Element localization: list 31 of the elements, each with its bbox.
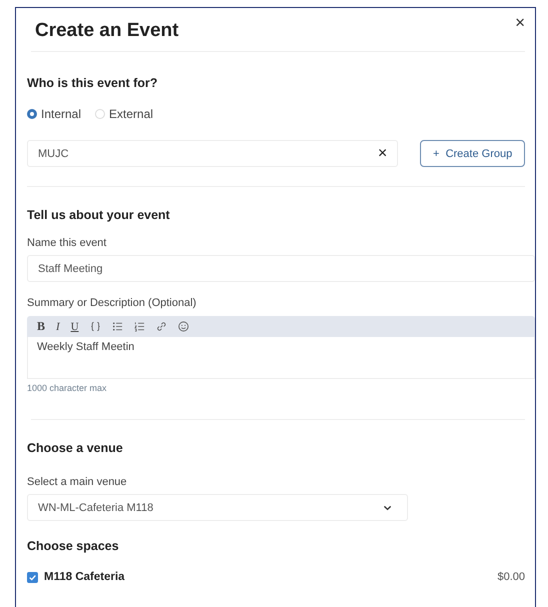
bullet-list-icon[interactable] xyxy=(112,321,123,332)
section-heading: Who is this event for? xyxy=(27,76,159,90)
section-heading: Choose a venue xyxy=(27,441,124,455)
field-label: Select a main venue xyxy=(27,476,128,488)
field-label: Summary or Description (Optional) xyxy=(27,297,198,309)
field-label: Name this event xyxy=(27,237,108,249)
clear-button[interactable]: × xyxy=(378,144,388,162)
italic-button[interactable]: I xyxy=(56,320,60,332)
braces-icon[interactable] xyxy=(90,321,101,332)
description-field[interactable]: Weekly Staff Meetin xyxy=(27,337,535,379)
radio-label: Internal xyxy=(41,107,82,121)
space-name: M118 Cafeteria xyxy=(44,571,125,583)
event-name-field[interactable]: Staff Meeting xyxy=(27,255,535,282)
radio-button[interactable] xyxy=(27,109,37,119)
space-price: $0.00 xyxy=(497,571,525,583)
bold-button[interactable]: B xyxy=(37,319,46,334)
character-limit-hint: 1000 character max xyxy=(27,383,108,393)
close-button[interactable]: × xyxy=(515,14,525,31)
underline-button[interactable]: U xyxy=(70,320,79,332)
create-group-button[interactable]: + Create Group xyxy=(420,140,525,167)
radio-label: External xyxy=(109,107,154,121)
group-field[interactable]: MUJC × xyxy=(27,140,398,167)
dialog-title: Create an Event xyxy=(35,20,179,42)
chevron-down-icon xyxy=(383,504,392,510)
link-icon[interactable] xyxy=(156,321,167,332)
checkbox[interactable] xyxy=(27,572,38,582)
section-heading: Choose spaces xyxy=(27,539,120,553)
emoji-icon[interactable] xyxy=(178,321,189,332)
venue-select[interactable]: WN-ML-Cafeteria M118 xyxy=(27,494,408,521)
numbered-list-icon[interactable] xyxy=(134,321,145,332)
section-heading: Tell us about your event xyxy=(27,208,171,222)
